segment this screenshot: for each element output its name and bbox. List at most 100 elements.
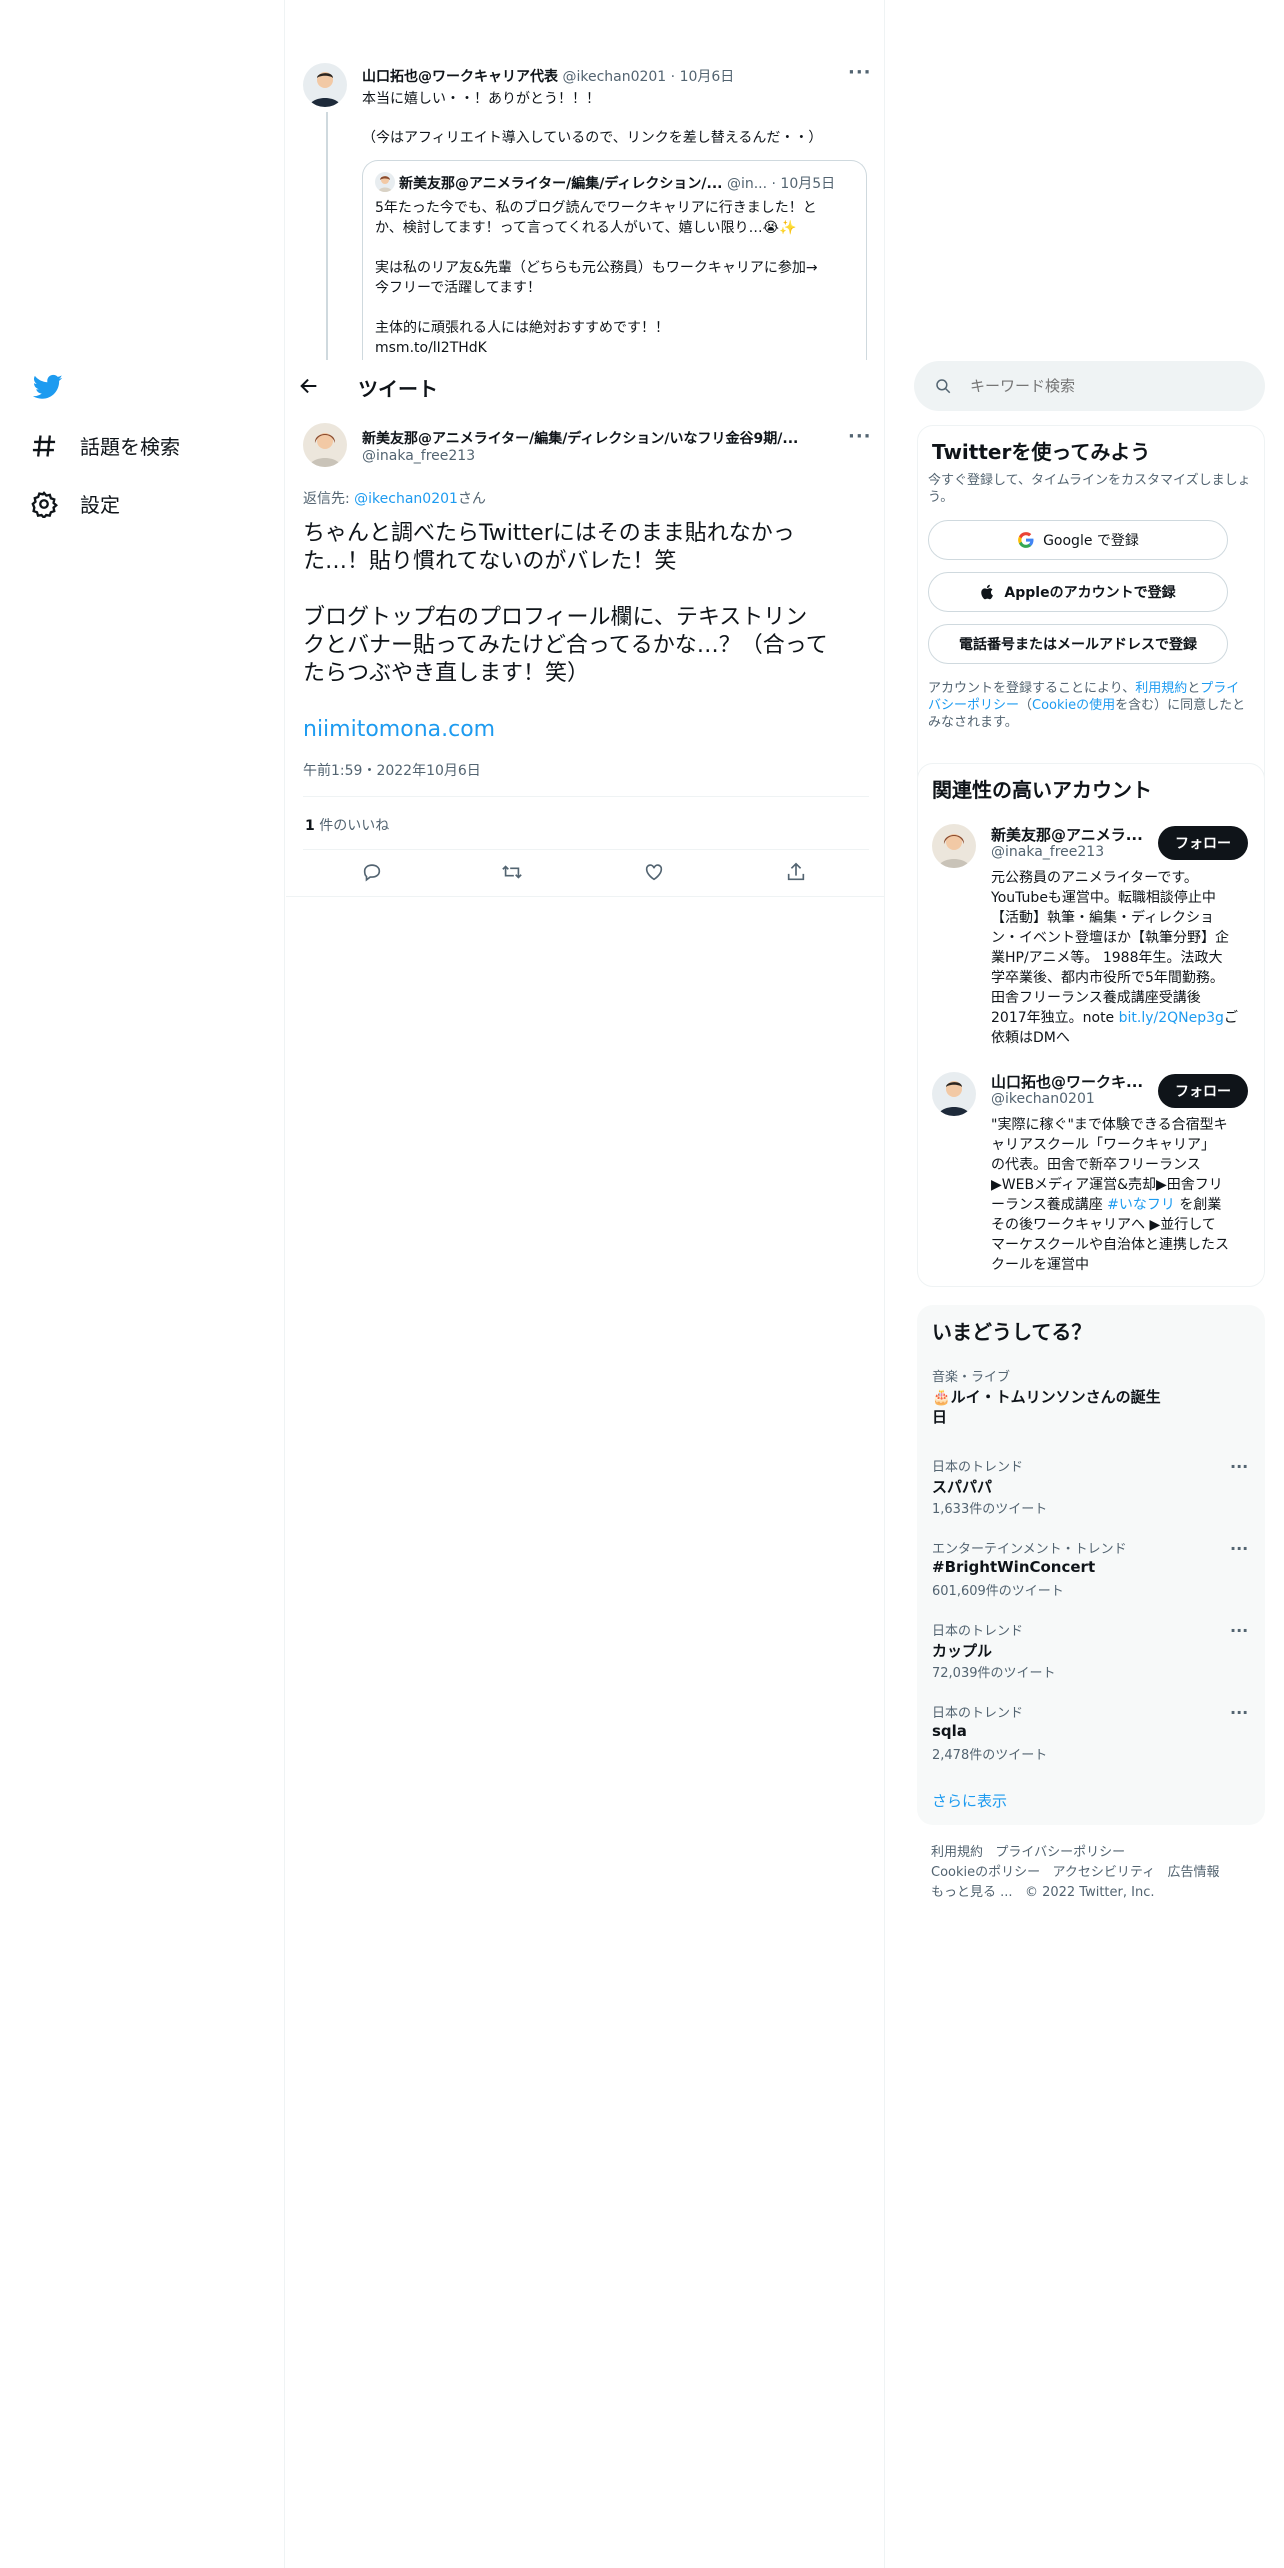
quoted-tweet-line: か、検討してます！って言ってくれる人がいて、嬉しい限り…😭✨ [375, 220, 797, 236]
nav-explore-label: 話題を検索 [80, 435, 180, 459]
trend-count: 2,478件のツイート [932, 1748, 1048, 1763]
terms-text: と [1187, 681, 1201, 696]
nav-settings[interactable]: 設定 [30, 489, 120, 518]
trend-category: 日本のトレンド [932, 1624, 1024, 1639]
terms-text: みなされます。 [928, 715, 1018, 730]
trend-category: エンターテインメント・トレンド [932, 1542, 1127, 1557]
signup-title: Twitterを使ってみよう [932, 440, 1151, 464]
quoted-tweet-header: 新美友那@アニメライター/編集/ディレクション/... @in... · 10月… [399, 173, 835, 193]
quoted-tweet-line: 5年たった今でも、私のブログ読んでワークキャリアに行きました！と [375, 200, 817, 216]
related-account-avatar[interactable] [932, 824, 976, 868]
related-account-name[interactable]: 新美友那@アニメラ... [991, 824, 1143, 845]
trend-category: 日本のトレンド [932, 1460, 1024, 1475]
main-tweet-avatar[interactable] [303, 423, 347, 467]
cookie-link[interactable]: Cookieの使用 [1032, 698, 1115, 713]
google-signup-label: Google で登録 [1043, 533, 1139, 549]
bio-line: 依頼はDMへ [991, 1030, 1070, 1046]
apple-signup-label: Appleのアカウントで登録 [1004, 585, 1176, 601]
trend-more-icon[interactable]: ··· [1230, 1539, 1248, 1558]
footer-copyright: © 2022 Twitter, Inc. [1024, 1885, 1155, 1900]
trend-more-icon[interactable]: ··· [1230, 1703, 1248, 1722]
trend-item[interactable]: 🎂ルイ・トムリンソンさんの誕生 日 [932, 1387, 1161, 1427]
privacy-link[interactable]: プライ [1200, 681, 1239, 696]
related-account-avatar[interactable] [932, 1072, 976, 1116]
share-icon[interactable] [785, 861, 809, 885]
privacy-link[interactable]: バシーポリシー [928, 698, 1019, 713]
related-account-bio: "実際に稼ぐ"まで体験できる合宿型キ ャリアスクール「ワークキャリア」 の代表。… [991, 1115, 1229, 1275]
follow-button[interactable]: フォロー [1158, 826, 1248, 860]
main-tweet-timestamp[interactable]: 午前1:59・2022年10月6日 [303, 760, 481, 780]
related-account-handle[interactable]: @inaka_free213 [991, 844, 1104, 860]
twitter-logo-icon[interactable] [32, 372, 63, 402]
trend-name[interactable]: スパパパ [932, 1476, 992, 1497]
quoted-tweet-line: 今フリーで活躍してます！ [375, 280, 542, 296]
bio-line: の代表。田舎で新卒フリーランス [991, 1157, 1201, 1173]
quoted-tweet-avatar [375, 172, 395, 192]
left-navigation: 話題を検索 設定 [0, 0, 285, 2568]
footer-link[interactable]: Cookieのポリシー [931, 1865, 1040, 1880]
search-box[interactable] [914, 361, 1265, 411]
main-tweet-line: た…！貼り慣れてないのがバレた！笑 [303, 549, 677, 574]
bio-line: ▶WEBメディア運営&売却▶田舎フリ [991, 1177, 1223, 1193]
parent-tweet-more-icon[interactable]: ··· [848, 62, 872, 83]
bio-line: ご [1223, 1010, 1238, 1026]
back-arrow-icon[interactable] [298, 375, 320, 397]
likes-label: 件のいいね [314, 818, 390, 834]
trend-category: 音楽・ライブ [932, 1370, 1011, 1385]
quoted-tweet-line: 主体的に頑張れる人には絶対おすすめです！！ [375, 320, 669, 336]
related-account-name[interactable]: 山口拓也@ワークキ... [991, 1071, 1143, 1092]
search-input[interactable] [970, 377, 1230, 395]
trend-count: 72,039件のツイート [932, 1666, 1056, 1681]
parent-tweet-date[interactable]: · 10月6日 [671, 69, 735, 85]
show-more-link[interactable]: さらに表示 [932, 1790, 1007, 1811]
main-tweet-author[interactable]: 新美友那@アニメライター/編集/ディレクション/いなフリ金谷9期/... [362, 428, 798, 448]
signup-terms: アカウントを登録することにより、利用規約とプライ バシーポリシー（Cookieの… [928, 680, 1248, 731]
likes-stat[interactable]: 1 件のいいね [305, 815, 389, 835]
main-tweet-line: たらつぶやき直します！笑） [303, 661, 590, 686]
main-tweet-handle[interactable]: @inaka_free213 [362, 448, 475, 464]
reply-icon[interactable] [361, 861, 385, 885]
terms-link[interactable]: 利用規約 [1135, 681, 1187, 696]
apple-signup-button[interactable]: Appleのアカウントで登録 [928, 572, 1228, 612]
main-tweet-link[interactable]: niimitomona.com [303, 716, 828, 744]
footer-link[interactable]: プライバシーポリシー [995, 1845, 1125, 1860]
bio-line: その後ワークキャリアへ ▶並行して [991, 1217, 1216, 1233]
bio-link[interactable]: bit.ly/2QNep3g [1119, 1010, 1224, 1026]
nav-explore[interactable]: 話題を検索 [30, 431, 180, 460]
follow-button[interactable]: フォロー [1158, 1074, 1248, 1108]
divider [303, 849, 869, 850]
signup-subtitle-line: 今すぐ登録して、タイムラインをカスタマイズしましょ [928, 473, 1251, 488]
trend-name[interactable]: #BrightWinConcert [932, 1558, 1095, 1576]
parent-tweet-author[interactable]: 山口拓也@ワークキャリア代表 [362, 69, 558, 85]
phone-email-signup-button[interactable]: 電話番号またはメールアドレスで登録 [928, 624, 1228, 664]
parent-tweet-text-2: （今はアフィリエイト導入しているので、リンクを差し替えるんだ・・） [362, 130, 823, 146]
trend-more-icon[interactable]: ··· [1230, 1457, 1248, 1476]
signup-subtitle: 今すぐ登録して、タイムラインをカスタマイズしましょ う。 [928, 472, 1251, 506]
bio-line: 【活動】執筆・編集・ディレクショ [991, 910, 1215, 926]
reply-to-link[interactable]: @ikechan0201 [354, 491, 458, 507]
related-account-handle[interactable]: @ikechan0201 [991, 1091, 1095, 1107]
main-tweet-more-icon[interactable]: ··· [848, 426, 872, 447]
bio-line: クールを運営中 [991, 1257, 1089, 1273]
parent-tweet-handle[interactable]: @ikechan0201 [562, 69, 666, 85]
search-icon [934, 377, 952, 395]
retweet-icon[interactable] [501, 861, 525, 885]
trend-name[interactable]: カップル [932, 1640, 992, 1661]
footer-link[interactable]: 広告情報 [1168, 1865, 1220, 1880]
bio-line: YouTubeも運営中。転職相談停止中 [991, 890, 1216, 906]
bio-line: 学卒業後、都内市役所で5年間勤務。 [991, 970, 1224, 986]
like-icon[interactable] [643, 861, 667, 885]
trend-name[interactable]: sqla [932, 1722, 967, 1740]
bio-link[interactable]: #いなフリ [1107, 1197, 1175, 1213]
page-title: ツイート [358, 377, 438, 401]
footer-link[interactable]: 利用規約 [931, 1845, 983, 1860]
quoted-tweet-author: 新美友那@アニメライター/編集/ディレクション/... [399, 176, 723, 192]
trend-more-icon[interactable]: ··· [1230, 1621, 1248, 1640]
footer-link[interactable]: アクセシビリティ [1053, 1865, 1156, 1880]
footer-more-link[interactable]: もっと見る ... [931, 1885, 1013, 1900]
bio-line: "実際に稼ぐ"まで体験できる合宿型キ [991, 1117, 1228, 1133]
quoted-tweet-link: msm.to/lI2THdK [375, 340, 487, 356]
bio-line: 業HP/アニメ等。 1988年生。法政大 [991, 950, 1223, 966]
google-signup-button[interactable]: Google で登録 [928, 520, 1228, 560]
parent-tweet-avatar[interactable] [303, 63, 347, 107]
